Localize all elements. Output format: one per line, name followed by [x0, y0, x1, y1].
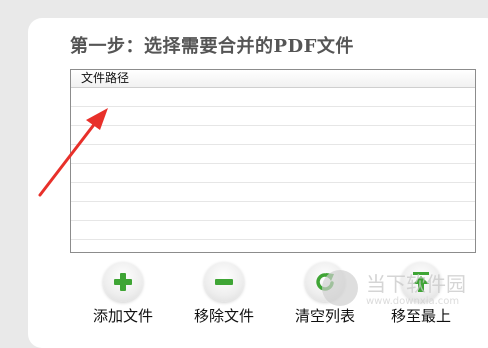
- list-row[interactable]: [71, 202, 475, 221]
- minus-icon: [204, 262, 244, 302]
- remove-file-label: 移除文件: [193, 307, 254, 325]
- clear-list-button[interactable]: 清空列表: [280, 262, 370, 332]
- list-row[interactable]: [71, 164, 475, 183]
- list-row[interactable]: [71, 240, 475, 252]
- file-list[interactable]: 文件路径: [70, 69, 476, 253]
- list-row[interactable]: [71, 126, 475, 145]
- refresh-icon: [305, 262, 345, 302]
- clear-list-label: 清空列表: [294, 307, 355, 325]
- column-header-file-path[interactable]: 文件路径: [71, 70, 475, 87]
- move-to-top-button[interactable]: 移至最上: [376, 262, 466, 332]
- list-row[interactable]: [71, 145, 475, 164]
- list-header: 文件路径: [71, 70, 475, 88]
- move-to-top-label: 移至最上: [390, 307, 451, 325]
- list-row[interactable]: [71, 107, 475, 126]
- add-file-label: 添加文件: [92, 307, 153, 325]
- arrow-up-icon: [401, 262, 441, 302]
- remove-file-button[interactable]: 移除文件: [179, 262, 269, 332]
- plus-icon: [103, 262, 143, 302]
- page-title: 第一步：选择需要合并的PDF文件: [70, 36, 354, 57]
- list-row[interactable]: [71, 88, 475, 107]
- add-file-button[interactable]: 添加文件: [78, 262, 168, 332]
- list-row[interactable]: [71, 183, 475, 202]
- list-row[interactable]: [71, 221, 475, 240]
